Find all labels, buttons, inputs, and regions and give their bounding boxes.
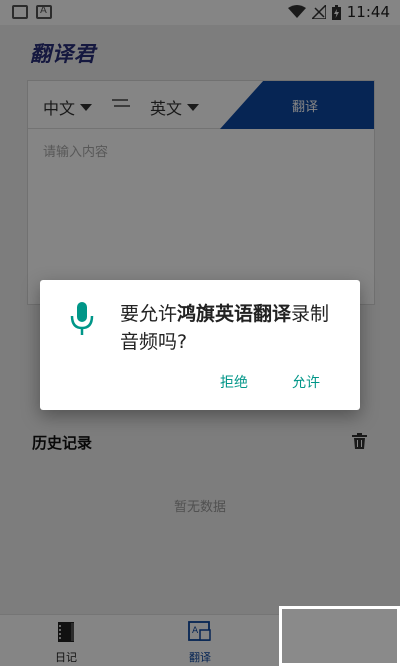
preview-image — [282, 609, 397, 663]
permission-dialog: 要允许鸿旗英语翻译录制音频吗? 拒绝 允许 — [40, 280, 360, 410]
permission-message: 要允许鸿旗英语翻译录制音频吗? — [120, 300, 348, 356]
microphone-icon — [70, 302, 94, 335]
allow-button[interactable]: 允许 — [292, 372, 320, 392]
deny-button[interactable]: 拒绝 — [220, 372, 248, 392]
message-prefix: 要允许 — [120, 303, 178, 325]
message-app-name: 鸿旗英语翻译 — [177, 303, 292, 325]
floating-preview-thumbnail[interactable] — [279, 606, 400, 666]
